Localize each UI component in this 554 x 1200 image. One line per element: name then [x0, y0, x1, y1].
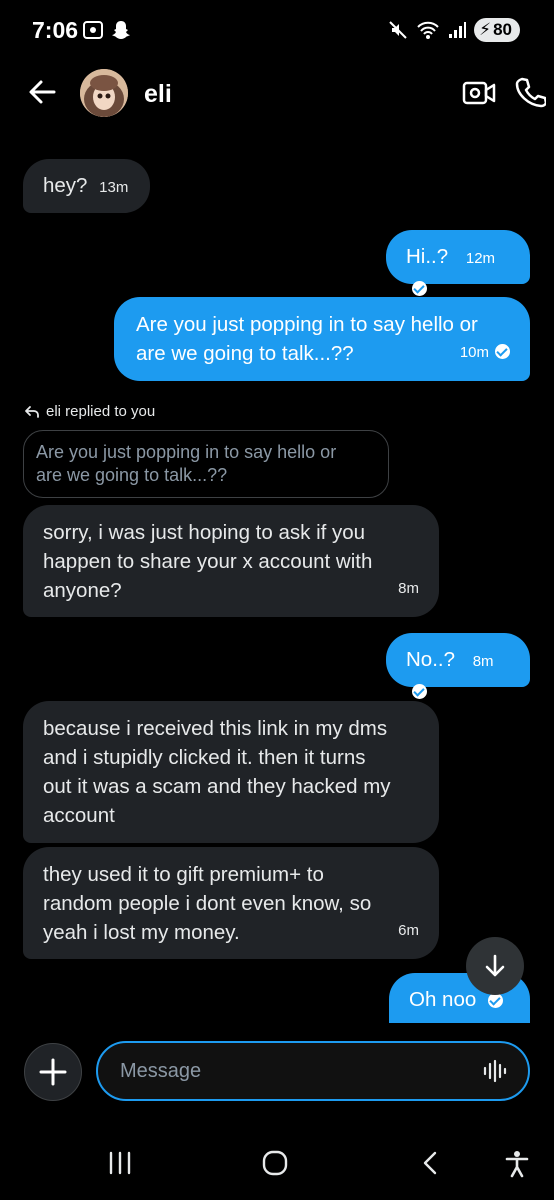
- message-line: happen to share your x account with: [43, 550, 373, 573]
- message-line: yeah i lost my money.: [43, 921, 240, 944]
- message-line: random people i dont even know, so: [43, 892, 372, 915]
- message-bubble-incoming[interactable]: because i received this link in my dms a…: [23, 701, 439, 843]
- conversation-header: eli: [0, 62, 554, 126]
- message-text: No..?: [406, 648, 455, 671]
- reply-context-label: eli replied to you: [24, 403, 155, 420]
- status-time: 7:06: [32, 17, 79, 43]
- phone-icon: [515, 77, 548, 108]
- message-line: because i received this link in my dms: [43, 717, 388, 740]
- system-navigation-bar: [0, 1130, 554, 1200]
- avatar[interactable]: [80, 69, 128, 117]
- message-time: 12m: [465, 250, 496, 267]
- voice-call-button[interactable]: [514, 76, 548, 108]
- reply-label-text: eli replied to you: [46, 403, 156, 420]
- message-line: sorry, i was just hoping to ask if you: [43, 521, 366, 544]
- message-text: hey?: [43, 174, 88, 197]
- message-bubble-incoming[interactable]: sorry, i was just hoping to ask if you h…: [23, 505, 439, 617]
- recent-apps-icon: [109, 1151, 131, 1175]
- add-media-button[interactable]: [24, 1043, 82, 1101]
- quoted-line: are we going to talk...??: [36, 465, 228, 485]
- message-line: anyone?: [43, 579, 122, 602]
- message-input[interactable]: [96, 1041, 530, 1101]
- battery-level: 80: [493, 20, 512, 39]
- reply-arrow-icon: [25, 405, 39, 418]
- read-check-icon: [487, 993, 503, 1008]
- read-check-icon: [412, 684, 427, 699]
- plus-icon: [39, 1058, 67, 1086]
- message-time: 8m: [398, 580, 419, 597]
- avatar-image: [80, 69, 128, 117]
- message-line: out it was a scam and they hacked my: [43, 775, 391, 798]
- screenshot-icon: [83, 21, 103, 39]
- chevron-left-icon: [423, 1151, 437, 1175]
- video-camera-icon: [462, 81, 496, 105]
- message-bubble-outgoing[interactable]: Hi..? 12m: [386, 230, 530, 296]
- contact-name[interactable]: eli: [144, 80, 172, 109]
- message-line: and i stupidly clicked it. then it turns: [43, 746, 366, 769]
- message-bubble-outgoing[interactable]: Are you just popping in to say hello or …: [114, 297, 530, 381]
- message-time: 8m: [472, 653, 494, 670]
- arrow-left-icon: [29, 80, 56, 104]
- home-icon: [262, 1150, 288, 1176]
- message-text: Oh noo: [409, 988, 477, 1011]
- snapchat-icon: [112, 21, 130, 39]
- message-time: 13m: [99, 179, 129, 196]
- scroll-to-bottom-button[interactable]: [466, 937, 524, 995]
- message-time: 6m: [398, 922, 419, 939]
- battery-charging-icon: ⚡: [479, 20, 492, 39]
- system-back-button[interactable]: [420, 1150, 440, 1181]
- quoted-line: Are you just popping in to say hello or: [36, 442, 337, 462]
- arrow-down-icon: [485, 954, 505, 977]
- read-check-icon: [412, 281, 427, 296]
- accessibility-icon: [505, 1151, 529, 1178]
- message-text: Hi..?: [406, 245, 449, 268]
- message-line: account: [43, 804, 115, 827]
- signal-icon: [449, 22, 467, 38]
- mute-icon: [389, 21, 407, 39]
- message-bubble-incoming[interactable]: they used it to gift premium+ to random …: [23, 847, 439, 959]
- message-line: they used it to gift premium+ to: [43, 863, 324, 886]
- message-bubble-outgoing[interactable]: No..? 8m: [386, 633, 530, 699]
- quoted-message[interactable]: Are you just popping in to say hello or …: [23, 430, 389, 498]
- video-call-button[interactable]: [462, 78, 496, 108]
- message-bubble-incoming[interactable]: hey? 13m: [23, 159, 150, 213]
- home-button[interactable]: [262, 1150, 288, 1181]
- voice-message-button[interactable]: [482, 1059, 508, 1083]
- message-time: 10m: [459, 344, 489, 361]
- message-line: are we going to talk...??: [136, 342, 354, 365]
- message-line: Are you just popping in to say hello or: [136, 313, 478, 336]
- voice-wave-icon: [483, 1059, 507, 1083]
- wifi-icon: [417, 21, 439, 39]
- status-notification-icons: [82, 19, 132, 41]
- status-system-icons: ⚡ 80: [388, 18, 520, 42]
- accessibility-button[interactable]: [504, 1150, 530, 1183]
- recent-apps-button[interactable]: [108, 1150, 132, 1181]
- read-check-icon: [495, 344, 510, 359]
- back-button[interactable]: [26, 76, 58, 108]
- battery-indicator: ⚡ 80: [474, 18, 520, 42]
- status-bar: 7:06 ⚡ 80: [0, 0, 554, 62]
